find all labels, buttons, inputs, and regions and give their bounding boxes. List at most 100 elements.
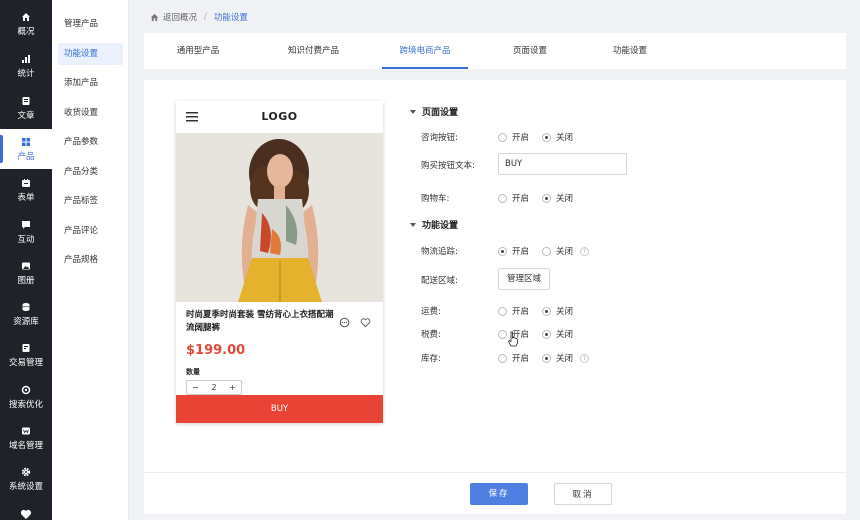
radio-circle bbox=[498, 193, 507, 203]
shipping-fee-label: 运费: bbox=[421, 307, 441, 317]
settings-panel: LOGO 时尚夏季时尚套装 雪纺背心上衣搭配潮流阔腿裤 $199.00 数量 −… bbox=[144, 80, 846, 472]
stock-on-radio[interactable]: 开启 bbox=[498, 352, 529, 364]
sidebar-item-label: 搜索优化 bbox=[8, 399, 43, 410]
product-actions bbox=[339, 317, 371, 331]
search-icon bbox=[21, 385, 31, 395]
product-submenu: 管理产品 功能设置 添加产品 收货设置 产品参数 产品分类 产品标签 产品评论 … bbox=[52, 0, 129, 520]
product-price: $199.00 bbox=[186, 343, 246, 358]
submenu-item-product-tags[interactable]: 产品标签 bbox=[58, 190, 123, 212]
buy-text-label: 购买按钮文本: bbox=[421, 161, 475, 171]
preview-header: LOGO bbox=[176, 101, 383, 133]
sidebar-item-settings[interactable]: 系统设置 bbox=[0, 459, 52, 499]
gear-icon bbox=[21, 467, 31, 477]
consult-off-radio[interactable]: 关闭 bbox=[542, 131, 573, 143]
breadcrumb-back-link[interactable]: 返回概况 bbox=[163, 11, 197, 23]
sidebar-item-label: 文章 bbox=[17, 110, 35, 121]
radio-circle bbox=[542, 353, 551, 363]
page-settings-heading[interactable]: 页面设置 bbox=[410, 105, 458, 118]
radio-circle bbox=[542, 246, 551, 256]
sidebar-item-label: 资源库 bbox=[13, 316, 39, 327]
tracking-on-radio[interactable]: 开启 bbox=[498, 245, 529, 257]
heart-icon[interactable] bbox=[360, 317, 371, 331]
help-icon[interactable]: ? bbox=[580, 246, 590, 256]
breadcrumb-current: 功能设置 bbox=[213, 13, 248, 23]
comment-icon[interactable] bbox=[339, 317, 350, 331]
sidebar-item-forms[interactable]: 表单 bbox=[0, 170, 52, 210]
breadcrumb-separator: / bbox=[204, 12, 207, 22]
sidebar-item-label: 系统设置 bbox=[8, 481, 43, 492]
quantity-plus-button[interactable]: + bbox=[229, 383, 236, 392]
image-icon bbox=[21, 261, 31, 271]
radio-label: 开启 bbox=[512, 354, 530, 364]
quantity-stepper[interactable]: − 2 + bbox=[186, 380, 242, 395]
caret-down-icon bbox=[410, 222, 416, 227]
radio-label: 关闭 bbox=[556, 330, 574, 340]
radio-label: 关闭 bbox=[556, 247, 574, 257]
sidebar-item-overview[interactable]: 概况 bbox=[0, 4, 52, 44]
radio-circle bbox=[542, 306, 551, 316]
feature-settings-heading[interactable]: 功能设置 bbox=[410, 218, 458, 231]
globe-icon bbox=[21, 426, 31, 436]
sidebar-item-articles[interactable]: 文章 bbox=[0, 88, 52, 128]
heart-icon[interactable] bbox=[20, 508, 32, 520]
product-type-tabs: 通用型产品 知识付费产品 跨境电商产品 页面设置 功能设置 bbox=[144, 33, 846, 69]
cancel-button[interactable]: 取消 bbox=[554, 483, 612, 505]
sidebar-item-resources[interactable]: 资源库 bbox=[0, 294, 52, 334]
submenu-item-product-reviews[interactable]: 产品评论 bbox=[58, 220, 123, 242]
section-title: 功能设置 bbox=[422, 221, 459, 231]
submenu-item-product-categories[interactable]: 产品分类 bbox=[58, 161, 123, 183]
region-label: 配送区域: bbox=[421, 276, 458, 286]
caret-down-icon bbox=[410, 109, 416, 114]
radio-circle bbox=[542, 132, 551, 142]
submenu-item-add-product[interactable]: 添加产品 bbox=[58, 72, 123, 94]
sidebar-item-stats[interactable]: 统计 bbox=[0, 46, 52, 86]
sidebar-item-label: 表单 bbox=[17, 192, 35, 203]
sidebar-item-transactions[interactable]: 交易管理 bbox=[0, 335, 52, 375]
radio-circle bbox=[498, 246, 507, 256]
submenu-item-shipping-settings[interactable]: 收货设置 bbox=[58, 102, 123, 124]
sidebar-item-label: 概况 bbox=[17, 26, 35, 37]
sidebar-item-seo[interactable]: 搜索优化 bbox=[0, 377, 52, 417]
radio-circle bbox=[498, 329, 507, 339]
quantity-minus-button[interactable]: − bbox=[192, 383, 199, 392]
tab-feature-settings[interactable]: 功能设置 bbox=[598, 33, 662, 69]
submenu-item-manage-products[interactable]: 管理产品 bbox=[58, 13, 123, 35]
database-icon bbox=[21, 302, 31, 312]
sidebar-item-domains[interactable]: 域名管理 bbox=[0, 418, 52, 458]
stock-off-radio[interactable]: 关闭? bbox=[542, 352, 590, 364]
sidebar-item-gallery[interactable]: 图册 bbox=[0, 253, 52, 293]
tab-page-settings[interactable]: 页面设置 bbox=[498, 33, 562, 69]
sidebar-item-interaction[interactable]: 互动 bbox=[0, 212, 52, 252]
radio-circle bbox=[542, 193, 551, 203]
quantity-label: 数量 bbox=[186, 368, 200, 376]
tax-off-radio[interactable]: 关闭 bbox=[542, 328, 573, 340]
shipping-on-radio[interactable]: 开启 bbox=[498, 305, 529, 317]
submenu-item-product-specs[interactable]: 产品规格 bbox=[58, 249, 123, 271]
tracking-off-radio[interactable]: 关闭? bbox=[542, 245, 590, 257]
form-footer: 保存 取消 bbox=[144, 472, 846, 514]
save-button[interactable]: 保存 bbox=[470, 483, 528, 505]
tab-cross-border-product[interactable]: 跨境电商产品 bbox=[382, 33, 468, 69]
help-icon[interactable]: ? bbox=[580, 353, 590, 363]
submenu-item-feature-settings[interactable]: 功能设置 bbox=[58, 43, 123, 65]
shipping-off-radio[interactable]: 关闭 bbox=[542, 305, 573, 317]
cart-on-radio[interactable]: 开启 bbox=[498, 192, 529, 204]
radio-circle bbox=[542, 329, 551, 339]
tab-knowledge-product[interactable]: 知识付费产品 bbox=[271, 33, 356, 69]
submenu-item-product-params[interactable]: 产品参数 bbox=[58, 131, 123, 153]
home-icon bbox=[21, 12, 31, 22]
grid-icon bbox=[21, 137, 31, 147]
cart-off-radio[interactable]: 关闭 bbox=[542, 192, 573, 204]
sidebar-item-products[interactable]: 产品 bbox=[0, 129, 52, 169]
radio-label: 关闭 bbox=[556, 194, 574, 204]
tab-general-product[interactable]: 通用型产品 bbox=[158, 33, 238, 69]
buy-button[interactable]: BUY bbox=[176, 395, 383, 423]
manage-region-button[interactable]: 管理区域 bbox=[498, 268, 550, 290]
consult-on-radio[interactable]: 开启 bbox=[498, 131, 529, 143]
calendar-icon bbox=[21, 178, 31, 188]
buy-text-input[interactable]: BUY bbox=[498, 153, 627, 175]
sidebar-item-label: 产品 bbox=[17, 151, 35, 162]
stock-label: 库存: bbox=[421, 354, 441, 364]
wallet-icon bbox=[21, 343, 31, 353]
radio-label: 关闭 bbox=[556, 354, 574, 364]
